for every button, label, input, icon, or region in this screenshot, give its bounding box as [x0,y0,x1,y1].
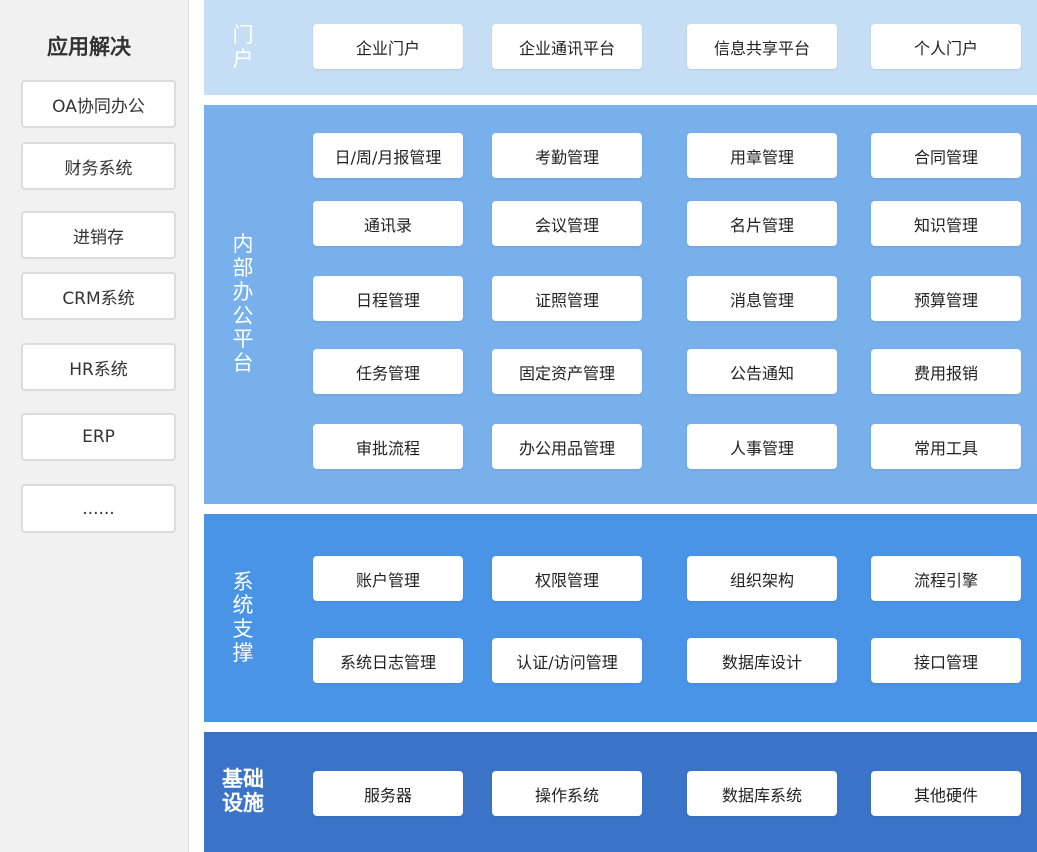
infra-module-button[interactable]: 数据库系统 [687,771,837,816]
office-module-button[interactable]: 消息管理 [687,276,837,321]
sidebar-item-finance[interactable]: 财务系统 [21,142,176,190]
sidebar-item-oa[interactable]: OA协同办公 [21,80,176,128]
portal-module-button[interactable]: 企业门户 [313,24,463,69]
sidebar-item-crm[interactable]: CRM系统 [21,272,176,320]
infra-module-button[interactable]: 服务器 [313,771,463,816]
office-module-button[interactable]: 日程管理 [313,276,463,321]
support-module-button[interactable]: 系统日志管理 [313,638,463,683]
office-module-button[interactable]: 合同管理 [871,133,1021,178]
infra-module-button[interactable]: 其他硬件 [871,771,1021,816]
support-module-button[interactable]: 数据库设计 [687,638,837,683]
layer-label-text: 系统支撑 [232,569,254,665]
office-module-button[interactable]: 通讯录 [313,201,463,246]
portal-module-button[interactable]: 个人门户 [871,24,1021,69]
office-module-button[interactable]: 人事管理 [687,424,837,469]
infrastructure-layer-label: 基础 设施 [204,732,282,852]
office-module-button[interactable]: 预算管理 [871,276,1021,321]
support-module-button[interactable]: 账户管理 [313,556,463,601]
office-module-button[interactable]: 任务管理 [313,349,463,394]
support-module-button[interactable]: 权限管理 [492,556,642,601]
office-module-button[interactable]: 公告通知 [687,349,837,394]
sidebar-title: 应用解决 [47,35,131,59]
support-module-button[interactable]: 认证/访问管理 [492,638,642,683]
portal-module-button[interactable]: 企业通讯平台 [492,24,642,69]
office-module-button[interactable]: 用章管理 [687,133,837,178]
office-module-button[interactable]: 知识管理 [871,201,1021,246]
office-module-button[interactable]: 会议管理 [492,201,642,246]
sidebar-item-inventory[interactable]: 进销存 [21,211,176,259]
office-module-button[interactable]: 证照管理 [492,276,642,321]
office-module-button[interactable]: 常用工具 [871,424,1021,469]
layer-label-text: 基础 设施 [222,767,264,815]
portal-layer-label: 门户 [204,0,282,95]
system-support-layer-label: 系统支撑 [204,514,282,722]
office-module-button[interactable]: 考勤管理 [492,133,642,178]
sidebar-item-erp[interactable]: ERP [21,413,176,461]
support-module-button[interactable]: 流程引擎 [871,556,1021,601]
office-module-button[interactable]: 办公用品管理 [492,424,642,469]
layer-label-text: 内部办公平台 [232,232,254,375]
support-module-button[interactable]: 组织架构 [687,556,837,601]
infra-module-button[interactable]: 操作系统 [492,771,642,816]
support-module-button[interactable]: 接口管理 [871,638,1021,683]
sidebar-item-hr[interactable]: HR系统 [21,343,176,391]
office-module-button[interactable]: 日/周/月报管理 [313,133,463,178]
office-module-button[interactable]: 费用报销 [871,349,1021,394]
portal-module-button[interactable]: 信息共享平台 [687,24,837,69]
office-platform-layer-label: 内部办公平台 [204,105,282,504]
sidebar-item-more[interactable]: ...... [21,484,176,533]
system-support-layer [204,514,1037,722]
office-module-button[interactable]: 固定资产管理 [492,349,642,394]
layer-label-text: 门户 [232,22,254,71]
office-module-button[interactable]: 名片管理 [687,201,837,246]
office-module-button[interactable]: 审批流程 [313,424,463,469]
